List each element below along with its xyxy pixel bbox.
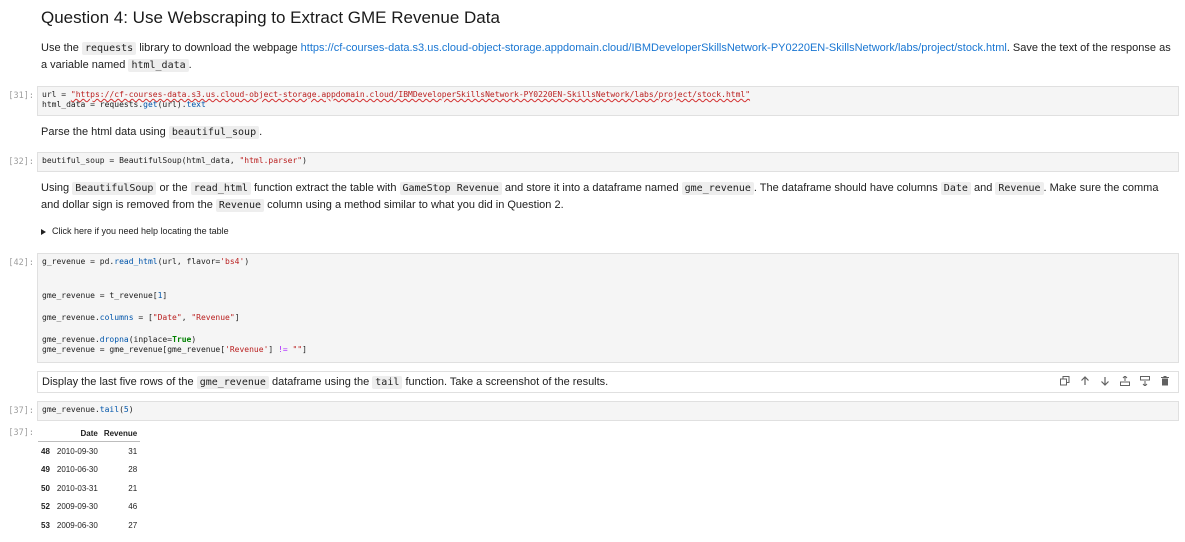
table-row: 48 2010-09-30 31 (38, 442, 140, 461)
cell-prompt: [32]: (8, 157, 34, 167)
cell-prompt: [37]: (8, 406, 34, 416)
date-cell: 2010-09-30 (56, 446, 98, 456)
display-text: Display the last five rows of the gme_re… (42, 376, 609, 389)
date-cell: 2009-06-30 (56, 520, 98, 530)
inline-code: Revenue (215, 199, 265, 212)
inline-code: Date (940, 182, 971, 195)
row-index: 53 (41, 520, 50, 530)
date-cell: 2010-03-31 (56, 483, 98, 493)
column-header-revenue: Revenue (100, 425, 141, 442)
cell-prompt: [42]: (8, 258, 34, 268)
column-header-date: Date (52, 425, 101, 442)
intro-text: Use the requests library to download the… (41, 42, 1171, 72)
code-cell-42[interactable]: g_revenue = pd.read_html(url, flavor='bs… (37, 253, 1179, 363)
inline-code: tail (372, 376, 403, 389)
table-row: 49 2010-06-30 28 (38, 461, 140, 480)
disclosure-triangle-icon (41, 228, 46, 235)
row-index: 49 (41, 465, 50, 475)
date-cell: 2010-06-30 (56, 465, 98, 475)
inline-code: gme_revenue (681, 182, 754, 195)
date-cell: 2009-09-30 (56, 502, 98, 512)
delete-icon[interactable] (1159, 375, 1170, 387)
inline-code: requests (81, 42, 137, 55)
revenue-cell: 27 (128, 520, 138, 530)
inline-code: html_data (128, 59, 189, 72)
instructions-text: Using BeautifulSoup or the read_html fun… (41, 182, 1159, 212)
parse-text: Parse the html data using beautiful_soup… (41, 126, 263, 139)
help-details-toggle[interactable]: Click here if you need help locating the… (41, 226, 229, 236)
code-cell-31[interactable]: url = "https://cf-courses-data.s3.us.clo… (37, 86, 1179, 116)
row-index: 48 (41, 446, 50, 456)
stock-page-link[interactable]: https://cf-courses-data.s3.us.cloud-obje… (301, 42, 1007, 54)
table-header-row: Date Revenue (38, 425, 141, 442)
revenue-cell: 31 (128, 446, 138, 456)
inline-code: read_html (190, 182, 251, 195)
inline-code: Revenue (995, 182, 1044, 195)
code-cell-32[interactable]: beutiful_soup = BeautifulSoup(html_data,… (37, 152, 1179, 172)
table-row: 52 2009-09-30 46 (38, 498, 140, 517)
insert-below-icon[interactable] (1139, 375, 1150, 387)
cell-toolbar (1059, 375, 1170, 387)
revenue-cell: 21 (128, 483, 138, 493)
table-row: 50 2010-03-31 21 (38, 479, 140, 498)
insert-above-icon[interactable] (1119, 375, 1130, 387)
output-prompt: [37]: (8, 428, 34, 438)
inline-code: GameStop Revenue (399, 182, 502, 195)
selected-markdown-cell[interactable]: Display the last five rows of the gme_re… (37, 371, 1179, 393)
dataframe-output: Date Revenue 48 2010-09-30 31 49 2010-06… (38, 425, 141, 535)
row-index: 52 (41, 502, 50, 512)
revenue-cell: 28 (128, 465, 138, 475)
duplicate-icon[interactable] (1059, 375, 1070, 387)
move-down-icon[interactable] (1099, 375, 1110, 387)
cell-prompt: [31]: (8, 91, 34, 101)
revenue-cell: 46 (128, 502, 138, 512)
inline-code: beautiful_soup (168, 126, 260, 139)
code-cell-37[interactable]: gme_revenue.tail(5) (37, 401, 1179, 421)
move-up-icon[interactable] (1079, 375, 1090, 387)
inline-code: BeautifulSoup (72, 182, 157, 195)
inline-code: gme_revenue (196, 376, 269, 389)
section-heading: Question 4: Use Webscraping to Extract G… (41, 8, 500, 27)
table-row: 53 2009-06-30 27 (38, 516, 140, 535)
row-index: 50 (41, 483, 50, 493)
index-header (38, 425, 53, 442)
